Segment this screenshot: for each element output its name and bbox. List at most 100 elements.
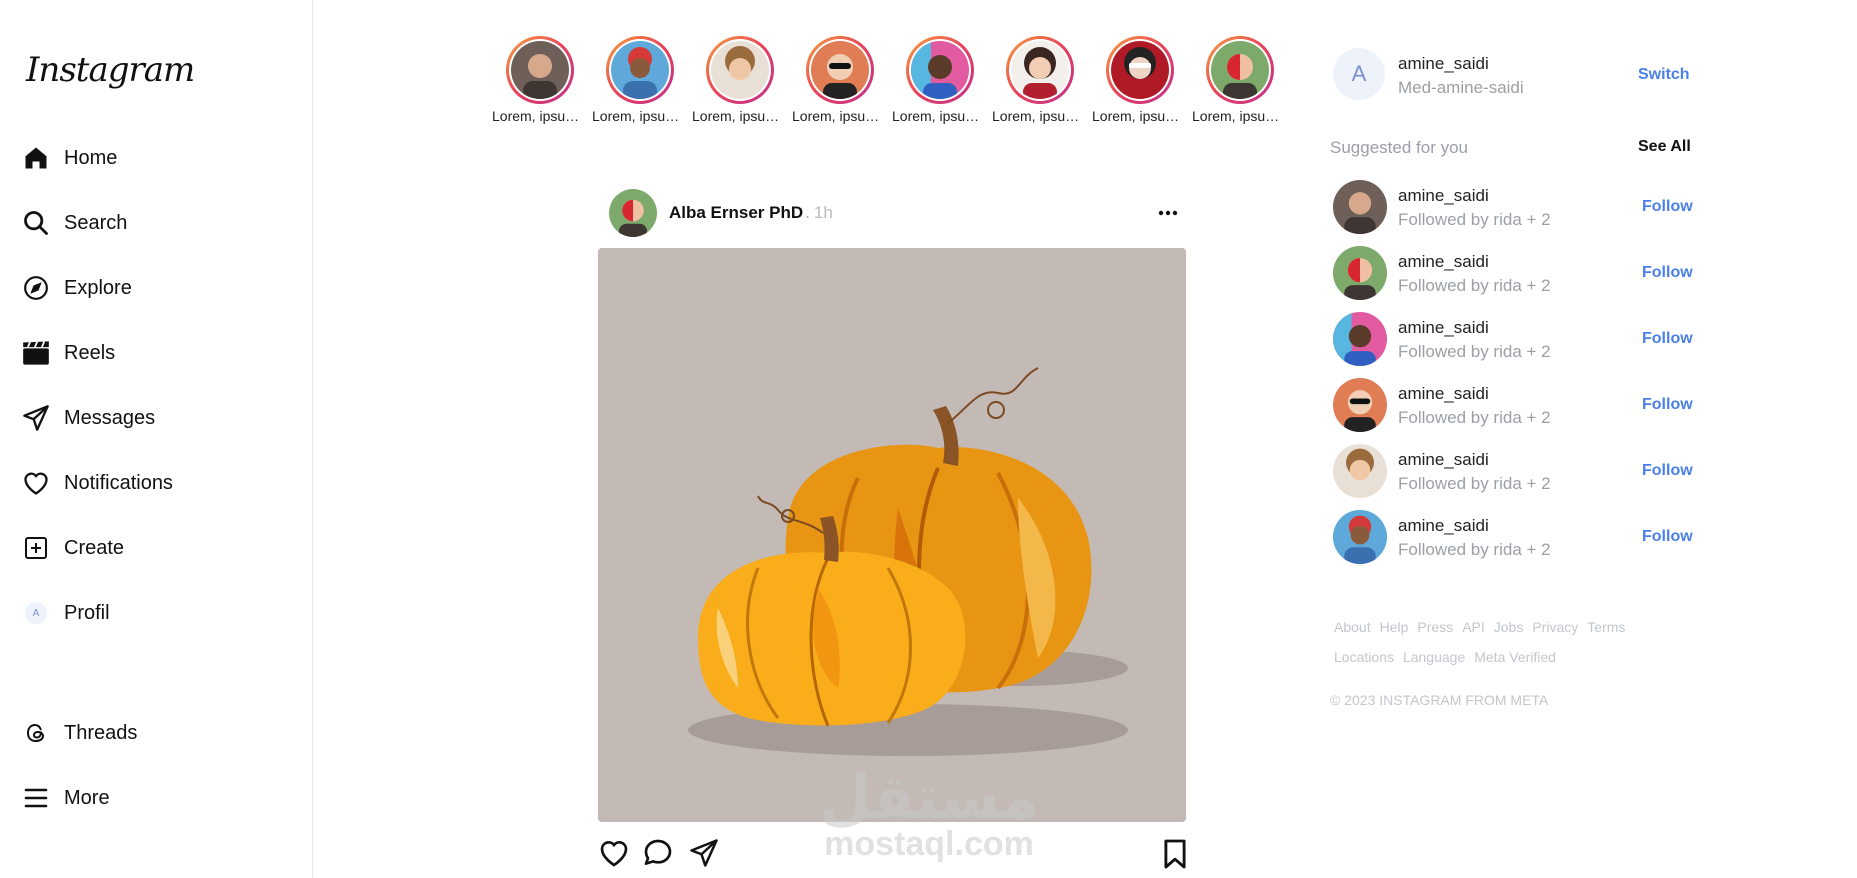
story-label: Lorem, ipsum dolor: [492, 108, 588, 124]
footer-links: About Help Press API Jobs Privacy Terms Locati…: [1334, 612, 1694, 672]
story-avatar: [511, 41, 569, 99]
post-author-avatar[interactable]: [609, 189, 657, 237]
sidebar-item-create[interactable]: Create: [22, 528, 124, 568]
story-label: Lorem, ipsum dolor: [792, 108, 888, 124]
post-separator: .: [805, 203, 810, 222]
footer-link-locations[interactable]: Locations: [1334, 649, 1394, 665]
sidebar-item-home[interactable]: Home: [22, 138, 117, 178]
story-item[interactable]: Lorem, ipsum dolor: [590, 36, 690, 124]
footer-link-about[interactable]: About: [1334, 619, 1371, 635]
story-label: Lorem, ipsum dolor: [1192, 108, 1288, 124]
avatar: A: [25, 602, 47, 624]
copyright: © 2023 INSTAGRAM FROM META: [1330, 692, 1549, 708]
plus-square-icon: [22, 534, 50, 562]
story-item[interactable]: Lorem, ipsum dolor: [1190, 36, 1290, 124]
heart-icon: [22, 469, 50, 497]
sidebar-item-label: Threads: [64, 721, 138, 744]
suggestion-item: amine_saidi Followed by rida + 2 Follow: [1330, 444, 1700, 500]
footer-link-press[interactable]: Press: [1417, 619, 1453, 635]
current-full-name: Med-amine-saidi: [1398, 78, 1524, 97]
sidebar-item-label: Reels: [64, 341, 116, 364]
suggestion-username[interactable]: amine_saidi: [1398, 252, 1489, 272]
post-username[interactable]: Alba Ernser PhD: [669, 203, 803, 223]
suggestion-username[interactable]: amine_saidi: [1398, 318, 1489, 338]
sidebar-item-label: Home: [64, 146, 118, 169]
paper-plane-icon: [22, 404, 50, 432]
menu-icon: [22, 784, 50, 812]
suggestion-avatar[interactable]: [1333, 180, 1387, 234]
footer-link-jobs[interactable]: Jobs: [1494, 619, 1524, 635]
story-label: Lorem, ipsum dolor: [892, 108, 988, 124]
sidebar-item-label: More: [64, 786, 110, 809]
bookmark-icon[interactable]: [1162, 838, 1188, 875]
follow-button[interactable]: Follow: [1642, 396, 1693, 414]
story-item[interactable]: Lorem, ipsum dolor: [490, 36, 590, 124]
sidebar-item-label: Explore: [64, 276, 132, 299]
sidebar-item-label: Create: [64, 536, 125, 559]
home-icon: [22, 144, 50, 172]
footer-link-api[interactable]: API: [1462, 619, 1485, 635]
follow-button[interactable]: Follow: [1642, 264, 1693, 282]
follow-button[interactable]: Follow: [1642, 528, 1693, 546]
watermark-arabic: مستقل: [819, 764, 1039, 831]
story-label: Lorem, ipsum dolor: [992, 108, 1088, 124]
suggestion-avatar[interactable]: [1333, 510, 1387, 564]
suggestion-item: amine_saidi Followed by rida + 2 Follow: [1330, 246, 1700, 302]
story-avatar: [1211, 41, 1269, 99]
share-icon[interactable]: [688, 838, 720, 873]
follow-button[interactable]: Follow: [1642, 462, 1693, 480]
heart-icon[interactable]: [598, 838, 630, 873]
suggestion-item: amine_saidi Followed by rida + 2 Follow: [1330, 378, 1700, 434]
sidebar-item-label: Notifications: [64, 471, 173, 494]
suggestion-username[interactable]: amine_saidi: [1398, 384, 1489, 404]
comment-icon[interactable]: [642, 838, 674, 873]
post-image[interactable]: [598, 248, 1186, 822]
suggestion-avatar[interactable]: [1333, 378, 1387, 432]
sidebar-item-explore[interactable]: Explore: [22, 268, 132, 308]
sidebar-item-search[interactable]: Search: [22, 203, 127, 243]
story-avatar: [611, 41, 669, 99]
more-options-icon[interactable]: [1157, 202, 1179, 229]
current-user: A amine_saidi Med-amine-saidi Switch: [1330, 48, 1700, 104]
sidebar-item-label: Search: [64, 211, 128, 234]
suggestion-subtitle: Followed by rida + 2: [1398, 474, 1551, 493]
sidebar-item-messages[interactable]: Messages: [22, 398, 155, 438]
footer-link-terms[interactable]: Terms: [1587, 619, 1625, 635]
follow-button[interactable]: Follow: [1642, 330, 1693, 348]
avatar[interactable]: A: [1333, 48, 1385, 100]
sidebar-item-threads[interactable]: Threads: [22, 713, 137, 753]
story-item[interactable]: Lorem, ipsum dolor: [690, 36, 790, 124]
compass-icon: [22, 274, 50, 302]
suggestion-username[interactable]: amine_saidi: [1398, 450, 1489, 470]
story-avatar: [711, 41, 769, 99]
footer-link-meta-verified[interactable]: Meta Verified: [1474, 649, 1556, 665]
see-all-button[interactable]: See All: [1638, 138, 1691, 156]
story-item[interactable]: Lorem, ipsum dolor: [1090, 36, 1190, 124]
suggestion-username[interactable]: amine_saidi: [1398, 186, 1489, 206]
suggestion-item: amine_saidi Followed by rida + 2 Follow: [1330, 180, 1700, 236]
footer-link-language[interactable]: Language: [1403, 649, 1465, 665]
sidebar-item-more[interactable]: More: [22, 778, 110, 818]
suggestion-avatar[interactable]: [1333, 444, 1387, 498]
sidebar-item-notifications[interactable]: Notifications: [22, 463, 173, 503]
suggestion-avatar[interactable]: [1333, 246, 1387, 300]
story-item[interactable]: Lorem, ipsum dolor: [890, 36, 990, 124]
footer-link-privacy[interactable]: Privacy: [1532, 619, 1578, 635]
follow-button[interactable]: Follow: [1642, 198, 1693, 216]
suggestion-avatar[interactable]: [1333, 312, 1387, 366]
suggestion-item: amine_saidi Followed by rida + 2 Follow: [1330, 312, 1700, 368]
footer-link-help[interactable]: Help: [1380, 619, 1409, 635]
story-item[interactable]: Lorem, ipsum dolor: [990, 36, 1090, 124]
story-label: Lorem, ipsum dolor: [692, 108, 788, 124]
suggestion-username[interactable]: amine_saidi: [1398, 516, 1489, 536]
suggestion-subtitle: Followed by rida + 2: [1398, 276, 1551, 295]
sidebar-item-reels[interactable]: Reels: [22, 333, 115, 373]
story-avatar: [811, 41, 869, 99]
suggestion-item: amine_saidi Followed by rida + 2 Follow: [1330, 510, 1700, 566]
current-username[interactable]: amine_saidi: [1398, 54, 1489, 74]
story-item[interactable]: Lorem, ipsum dolor: [790, 36, 890, 124]
switch-account-button[interactable]: Switch: [1638, 66, 1690, 84]
suggestion-subtitle: Followed by rida + 2: [1398, 408, 1551, 427]
instagram-logo[interactable]: Instagram: [26, 50, 195, 90]
sidebar-item-profile[interactable]: A Profil: [22, 593, 110, 633]
